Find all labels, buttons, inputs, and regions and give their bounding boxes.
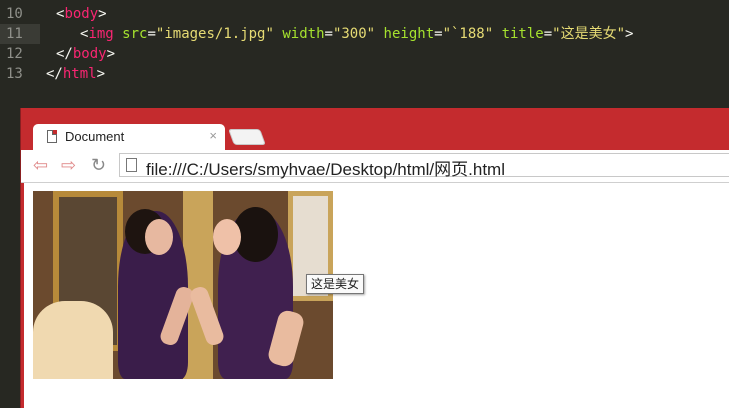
tag-name: img — [88, 26, 114, 42]
face — [145, 219, 173, 255]
browser-toolbar: ⇦ ⇨ ↻ file:///C:/Users/smyhvae/Desktop/h… — [21, 150, 729, 183]
equals: = — [434, 26, 443, 42]
image — [33, 191, 333, 379]
face — [213, 219, 241, 255]
line-number: 11 — [0, 24, 40, 44]
attr-height-value: "`188" — [442, 26, 494, 42]
tag-close: > — [106, 46, 116, 62]
tag-name: body — [72, 46, 107, 62]
equals: = — [147, 26, 156, 42]
attr-src-value: "images/1.jpg" — [155, 26, 274, 42]
tag-open: </ — [46, 66, 63, 82]
address-bar[interactable]: file:///C:/Users/smyhvae/Desktop/html/网页… — [119, 153, 729, 179]
url-text: file:///C:/Users/smyhvae/Desktop/html/网页… — [146, 160, 505, 179]
attr-width: width — [282, 26, 325, 42]
tab-document[interactable]: Document × — [33, 124, 225, 150]
page-content: 这是美女 — [24, 183, 729, 408]
tab-strip: Document × — [21, 108, 729, 150]
line-number: 10 — [6, 6, 23, 22]
line-number: 13 — [6, 66, 23, 82]
code-editor: 10 <body> 11 <img src="images/1.jpg" wid… — [0, 0, 729, 110]
document-icon — [47, 130, 57, 143]
line-number: 12 — [6, 46, 23, 62]
attr-width-value: "300" — [332, 26, 376, 42]
tab-title: Document — [65, 129, 125, 144]
attr-src: src — [122, 26, 148, 42]
attr-title: title — [501, 26, 544, 42]
lamp — [33, 301, 113, 379]
tag-name: html — [62, 66, 97, 82]
reload-icon[interactable]: ↻ — [91, 155, 106, 175]
close-icon[interactable]: × — [209, 128, 217, 143]
code-line-13: 13 </html> — [0, 64, 729, 84]
attr-height: height — [383, 26, 435, 42]
new-tab-button[interactable] — [228, 129, 266, 145]
code-line-10: 10 <body> — [0, 4, 729, 24]
tag-name: body — [64, 6, 99, 22]
code-line-11: 11 <img src="images/1.jpg" width="300" h… — [0, 24, 729, 44]
tag-close: > — [625, 26, 634, 42]
equals: = — [543, 26, 553, 42]
code-line-12: 12 </body> — [0, 44, 729, 64]
back-icon[interactable]: ⇦ — [33, 155, 48, 175]
tag-close: > — [98, 6, 107, 22]
page-icon — [126, 158, 137, 172]
image-tooltip: 这是美女 — [306, 274, 365, 294]
attr-title-value: "这是美女" — [552, 26, 626, 42]
tag-open: </ — [56, 46, 73, 62]
tag-close: > — [96, 66, 106, 82]
equals: = — [324, 26, 333, 42]
browser-window: Document × ⇦ ⇨ ↻ file:///C:/Users/smyhva… — [20, 108, 729, 408]
forward-icon[interactable]: ⇨ — [61, 155, 76, 175]
